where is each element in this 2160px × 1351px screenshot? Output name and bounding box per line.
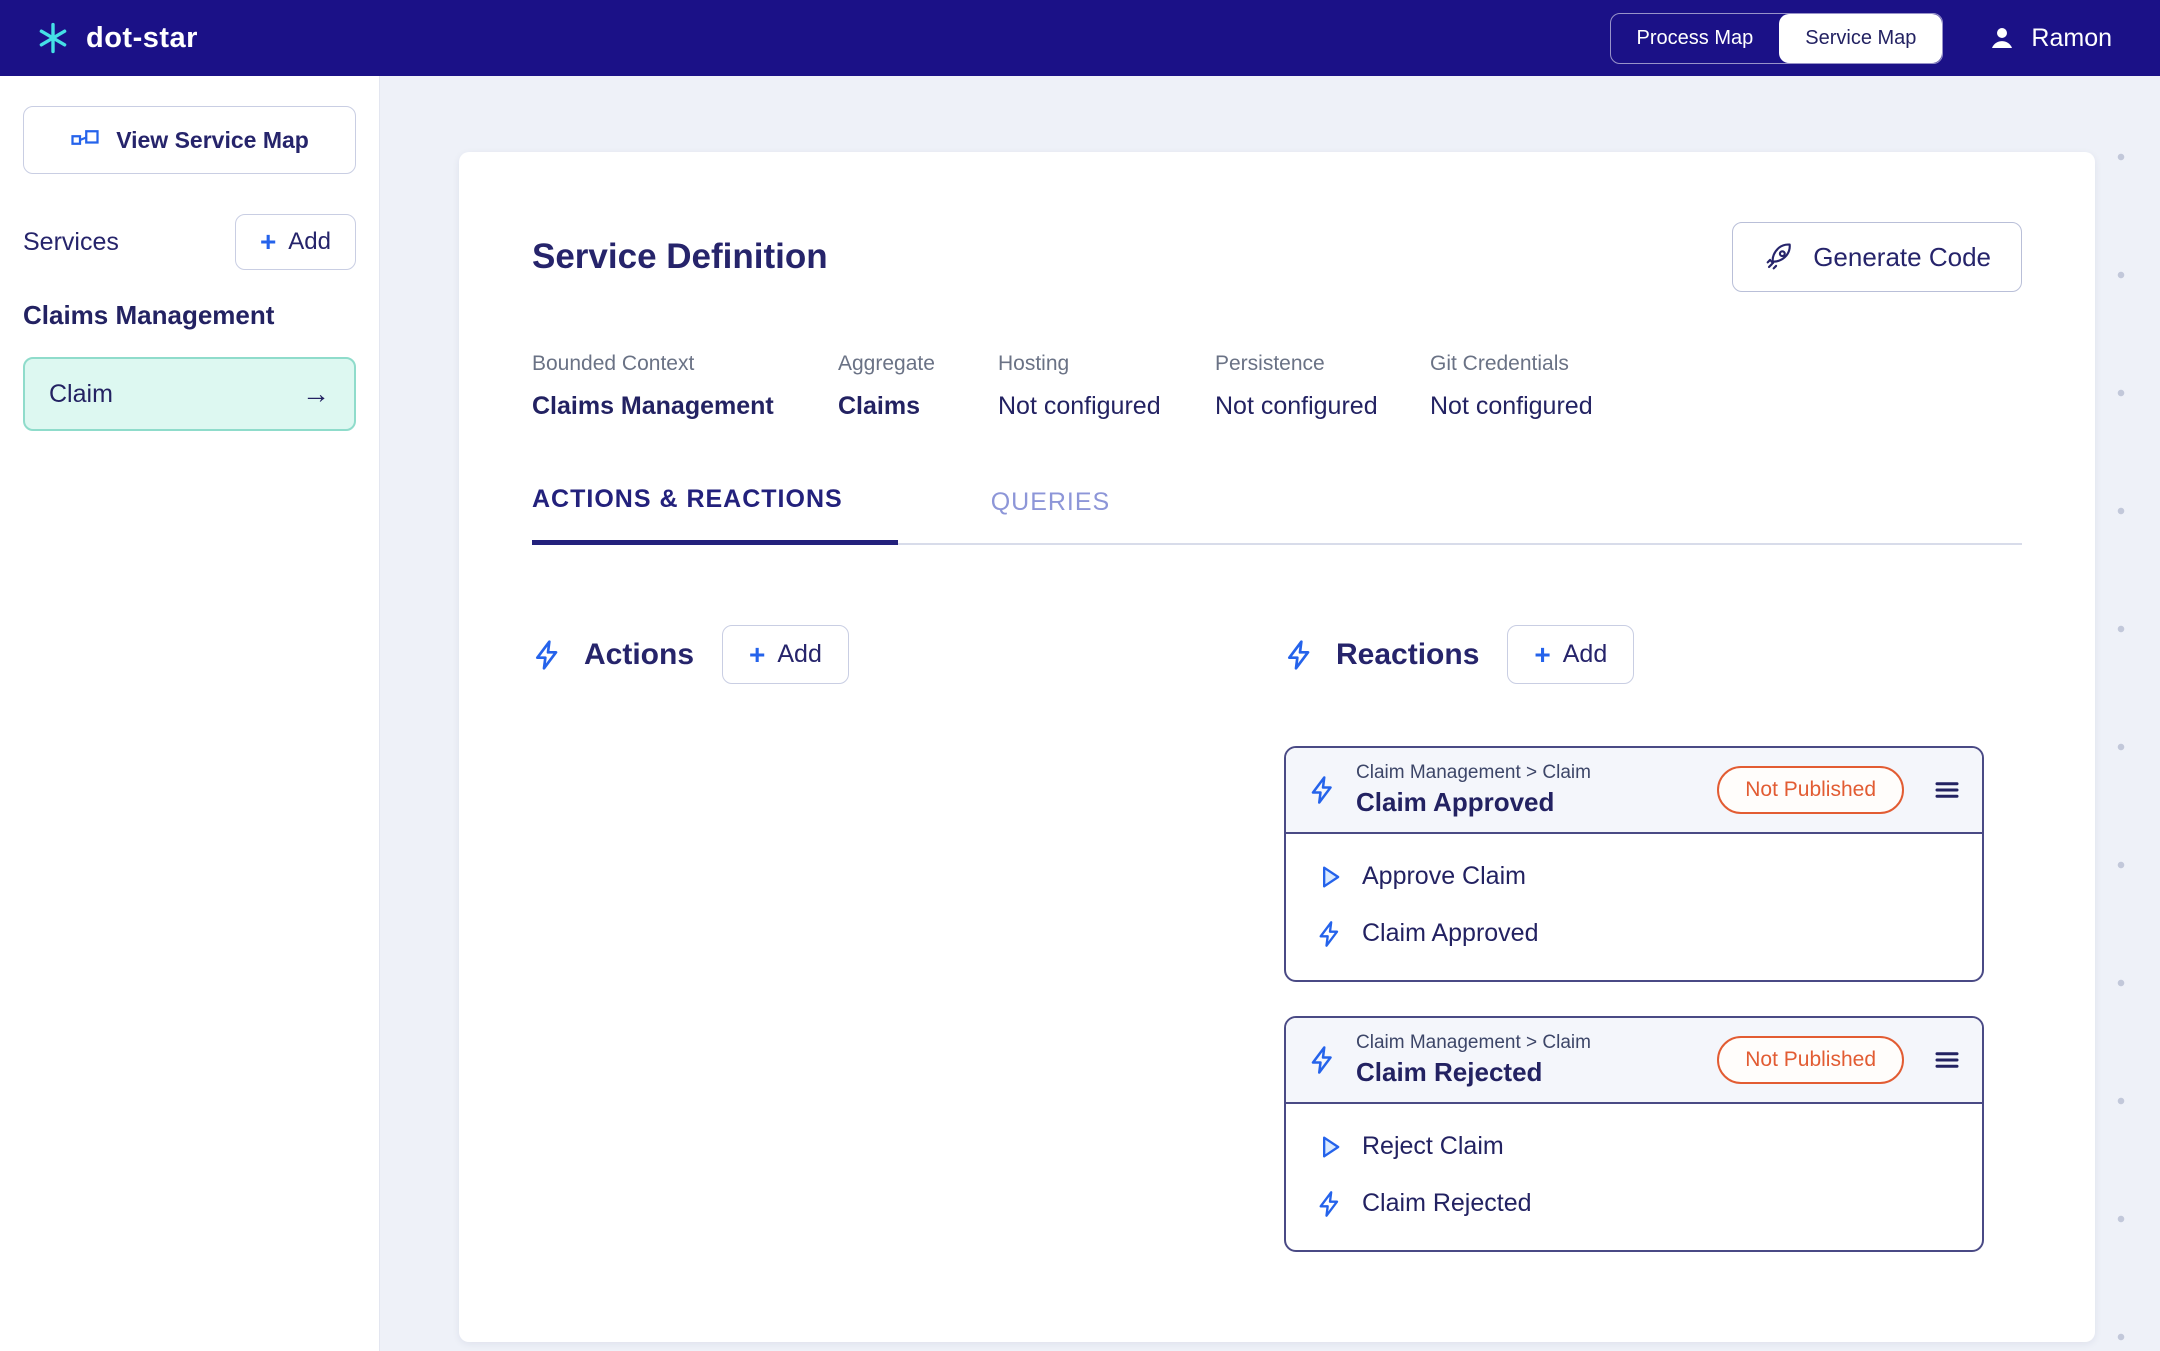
- add-action-button[interactable]: + Add: [722, 625, 849, 684]
- action-row[interactable]: Reject Claim: [1316, 1132, 1952, 1161]
- layout: View Service Map Services + Add Claims M…: [0, 76, 2160, 1351]
- bolt-icon: [1316, 1190, 1344, 1218]
- reaction-row-label: Claim Rejected: [1362, 1189, 1532, 1218]
- breadcrumb: Claim Management > Claim: [1356, 762, 1699, 784]
- brand: dot-star: [36, 21, 198, 55]
- main-content: Service Definition Generate Code Bounded…: [380, 76, 2160, 1351]
- add-service-label: Add: [288, 228, 331, 256]
- user-name: Ramon: [2031, 24, 2112, 53]
- meta-label: Persistence: [1215, 352, 1430, 376]
- status-badge: Not Published: [1717, 766, 1904, 814]
- meta-label: Hosting: [998, 352, 1215, 376]
- service-map-button[interactable]: Service Map: [1779, 14, 1942, 63]
- add-action-label: Add: [777, 640, 821, 669]
- reactions-column: Reactions + Add: [1284, 625, 1984, 1252]
- card-header: Service Definition Generate Code: [532, 222, 2022, 292]
- meta-value: Not configured: [998, 392, 1215, 421]
- service-map-icon: [70, 125, 100, 155]
- generate-code-button[interactable]: Generate Code: [1732, 222, 2022, 292]
- meta-aggregate: Aggregate Claims: [838, 352, 998, 421]
- page-title: Service Definition: [532, 237, 828, 277]
- play-icon: [1316, 863, 1344, 891]
- action-row-label: Approve Claim: [1362, 862, 1526, 891]
- tab-queries[interactable]: QUERIES: [946, 488, 1156, 543]
- meta-value: Claims: [838, 392, 998, 421]
- reaction-card-header: Claim Management > Claim Claim Rejected …: [1286, 1018, 1982, 1104]
- meta-label: Git Credentials: [1430, 352, 1593, 376]
- reaction-card-titles: Claim Management > Claim Claim Rejected: [1356, 1032, 1699, 1088]
- meta-label: Aggregate: [838, 352, 998, 376]
- meta-value: Not configured: [1215, 392, 1430, 421]
- map-toggle: Process Map Service Map: [1610, 13, 1944, 64]
- add-reaction-label: Add: [1563, 640, 1607, 669]
- actions-title: Actions: [584, 638, 694, 672]
- meta-hosting: Hosting Not configured: [998, 352, 1215, 421]
- top-navbar: dot-star Process Map Service Map Ramon: [0, 0, 2160, 76]
- brand-name: dot-star: [86, 22, 198, 55]
- services-label: Services: [23, 228, 119, 257]
- reaction-card-body: Approve Claim Claim Approved: [1286, 834, 1982, 980]
- actions-column: Actions + Add: [532, 625, 1284, 1252]
- reaction-row[interactable]: Claim Approved: [1316, 919, 1952, 948]
- view-service-map-label: View Service Map: [116, 127, 309, 154]
- hamburger-menu-icon[interactable]: [1932, 775, 1962, 805]
- meta-value: Not configured: [1430, 392, 1593, 421]
- plus-icon: +: [1534, 641, 1550, 669]
- view-service-map-button[interactable]: View Service Map: [23, 106, 356, 174]
- reaction-card-claim-approved: Claim Management > Claim Claim Approved …: [1284, 746, 1984, 982]
- reaction-card-title: Claim Rejected: [1356, 1057, 1699, 1088]
- meta-git-credentials: Git Credentials Not configured: [1430, 352, 1593, 421]
- reactions-header: Reactions + Add: [1284, 625, 1984, 684]
- sidebar: View Service Map Services + Add Claims M…: [0, 76, 380, 1351]
- tab-panel: Actions + Add: [532, 625, 2022, 1252]
- services-row: Services + Add: [23, 214, 356, 270]
- navbar-right: Process Map Service Map Ramon: [1610, 13, 2112, 64]
- sidebar-item-claim[interactable]: Claim →: [23, 357, 356, 431]
- meta-persistence: Persistence Not configured: [1215, 352, 1430, 421]
- status-badge: Not Published: [1717, 1036, 1904, 1084]
- plus-icon: +: [260, 228, 276, 256]
- play-icon: [1316, 1133, 1344, 1161]
- user-menu[interactable]: Ramon: [1987, 23, 2112, 53]
- reaction-card-title: Claim Approved: [1356, 787, 1699, 818]
- tab-actions-reactions[interactable]: ACTIONS & REACTIONS: [532, 485, 898, 545]
- add-reaction-button[interactable]: + Add: [1507, 625, 1634, 684]
- sidebar-group-title: Claims Management: [23, 300, 356, 331]
- reaction-card-body: Reject Claim Claim Rejected: [1286, 1104, 1982, 1250]
- hamburger-menu-icon[interactable]: [1932, 1045, 1962, 1075]
- reactions-title: Reactions: [1336, 638, 1479, 672]
- actions-header: Actions + Add: [532, 625, 1284, 684]
- rocket-icon: [1763, 241, 1795, 273]
- dot-star-logo-icon: [36, 21, 70, 55]
- bolt-icon: [1308, 775, 1338, 805]
- meta-label: Bounded Context: [532, 352, 838, 376]
- process-map-button[interactable]: Process Map: [1611, 14, 1780, 63]
- arrow-right-icon: →: [302, 378, 330, 410]
- reaction-card-header: Claim Management > Claim Claim Approved …: [1286, 748, 1982, 834]
- service-definition-card: Service Definition Generate Code Bounded…: [459, 152, 2095, 1342]
- meta-value: Claims Management: [532, 392, 838, 421]
- breadcrumb: Claim Management > Claim: [1356, 1032, 1699, 1054]
- tabs: ACTIONS & REACTIONS QUERIES: [532, 485, 2022, 545]
- action-row[interactable]: Approve Claim: [1316, 862, 1952, 891]
- action-row-label: Reject Claim: [1362, 1132, 1504, 1161]
- reaction-row-label: Claim Approved: [1362, 919, 1538, 948]
- reaction-row[interactable]: Claim Rejected: [1316, 1189, 1952, 1218]
- generate-code-label: Generate Code: [1813, 242, 1991, 273]
- bolt-icon: [1308, 1045, 1338, 1075]
- reaction-card-titles: Claim Management > Claim Claim Approved: [1356, 762, 1699, 818]
- user-icon: [1987, 23, 2017, 53]
- add-service-button[interactable]: + Add: [235, 214, 356, 270]
- meta-bounded-context: Bounded Context Claims Management: [532, 352, 838, 421]
- meta-row: Bounded Context Claims Management Aggreg…: [532, 352, 2022, 421]
- bolt-icon: [1316, 920, 1344, 948]
- bolt-icon: [1284, 639, 1316, 671]
- claim-item-label: Claim: [49, 380, 113, 409]
- plus-icon: +: [749, 641, 765, 669]
- bolt-icon: [532, 639, 564, 671]
- reaction-card-claim-rejected: Claim Management > Claim Claim Rejected …: [1284, 1016, 1984, 1252]
